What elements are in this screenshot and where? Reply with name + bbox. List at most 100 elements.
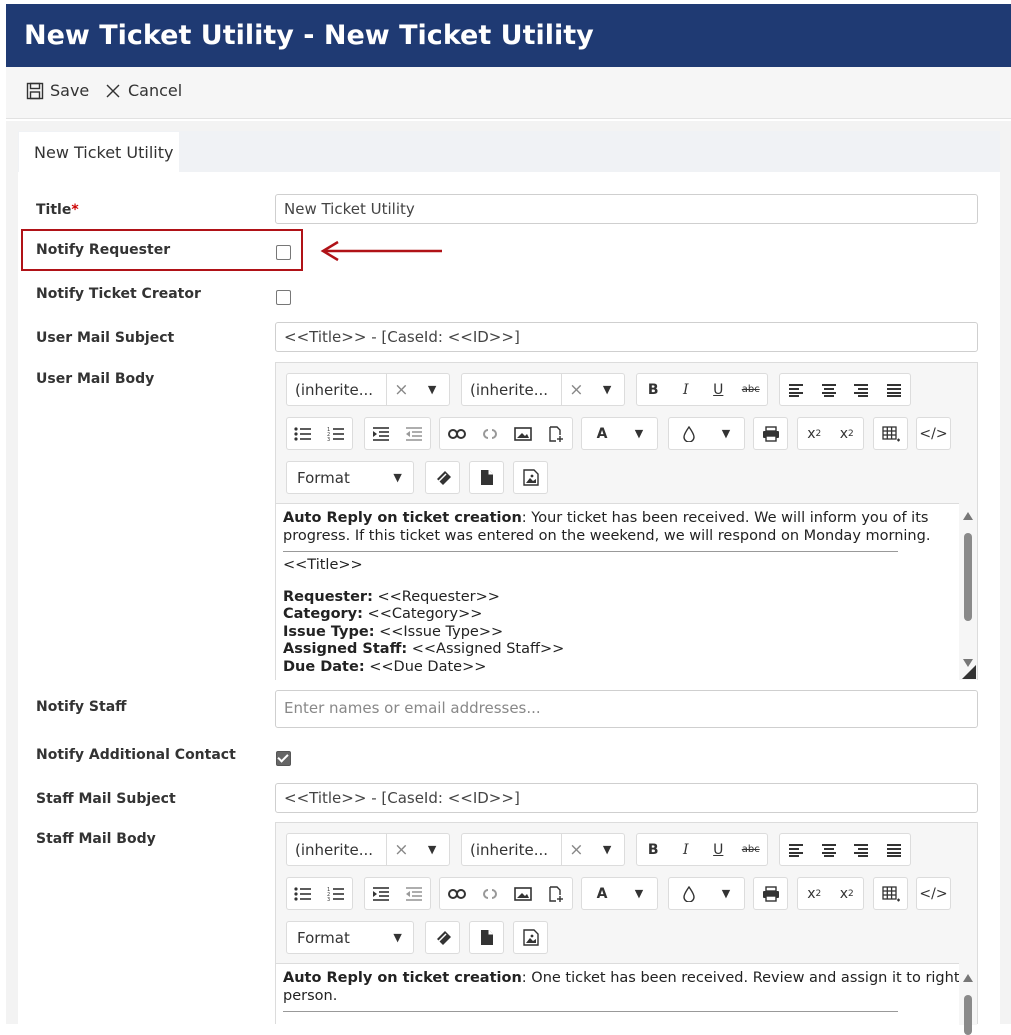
title-input[interactable]: New Ticket Utility [275, 194, 978, 224]
insert-table-button[interactable] [873, 877, 908, 910]
chevron-down-icon[interactable]: ▼ [709, 878, 743, 909]
notify-ticket-creator-checkbox[interactable] [276, 290, 291, 305]
bold-icon[interactable]: B [637, 374, 670, 405]
clear-icon[interactable]: × [562, 374, 590, 405]
align-left-icon[interactable] [780, 834, 813, 865]
align-justify-icon[interactable] [878, 374, 911, 405]
insert-table-button[interactable] [873, 417, 908, 450]
clear-icon[interactable]: × [387, 374, 415, 405]
background-color-picker[interactable]: ▼ [668, 877, 745, 910]
scrollbar-thumb[interactable] [964, 533, 972, 621]
font-size-select[interactable]: (inherite... × ▼ [461, 833, 625, 866]
view-html-button[interactable]: </> [916, 417, 951, 450]
image-manager-button[interactable] [513, 461, 548, 494]
align-right-icon[interactable] [845, 834, 878, 865]
user-mail-subject-input[interactable]: <<Title>> - [CaseId: <<ID>>] [275, 322, 978, 352]
scroll-up-icon[interactable] [962, 511, 974, 521]
intro-bold: Auto Reply on ticket creation [283, 970, 522, 986]
insert-template-button[interactable] [469, 921, 504, 954]
chevron-down-icon[interactable]: ▼ [415, 374, 449, 405]
chevron-down-icon[interactable]: ▼ [590, 834, 624, 865]
print-button[interactable] [753, 417, 788, 450]
image-manager-button[interactable] [513, 921, 548, 954]
font-family-select[interactable]: (inherite... × ▼ [286, 373, 450, 406]
format-select[interactable]: Format ▼ [286, 461, 414, 494]
tab-new-ticket-utility[interactable]: New Ticket Utility [19, 132, 179, 172]
font-color-picker[interactable]: A ▼ [581, 877, 658, 910]
clear-icon[interactable]: × [387, 834, 415, 865]
superscript-icon[interactable]: x2 [831, 418, 864, 449]
italic-icon[interactable]: I [670, 374, 703, 405]
list-group: 123 [286, 417, 353, 450]
chevron-down-icon[interactable]: ▼ [622, 878, 656, 909]
divider [283, 551, 898, 552]
indent-icon[interactable] [365, 878, 398, 909]
clear-icon[interactable]: × [562, 834, 590, 865]
font-color-picker[interactable]: A ▼ [581, 417, 658, 450]
underline-icon[interactable]: U [702, 834, 735, 865]
notify-requester-checkbox[interactable] [276, 245, 291, 260]
outdent-icon[interactable] [398, 418, 431, 449]
clear-formatting-button[interactable] [425, 461, 460, 494]
align-left-icon[interactable] [780, 374, 813, 405]
scroll-up-icon[interactable] [962, 973, 974, 983]
notify-additional-contact-checkbox[interactable] [276, 751, 291, 766]
strikethrough-icon[interactable]: abc [735, 834, 768, 865]
action-toolbar: Save Cancel [6, 67, 1011, 119]
chevron-down-icon[interactable]: ▼ [709, 418, 743, 449]
unlink-icon[interactable] [473, 878, 506, 909]
outdent-icon[interactable] [398, 878, 431, 909]
view-html-button[interactable]: </> [916, 877, 951, 910]
insert-file-icon[interactable] [539, 878, 572, 909]
notify-additional-contact-label: Notify Additional Contact [36, 747, 236, 763]
insert-template-button[interactable] [469, 461, 504, 494]
chevron-down-icon[interactable]: ▼ [622, 418, 656, 449]
format-select[interactable]: Format ▼ [286, 921, 414, 954]
font-family-select[interactable]: (inherite... × ▼ [286, 833, 450, 866]
image-icon[interactable] [506, 878, 539, 909]
underline-icon[interactable]: U [702, 374, 735, 405]
chevron-down-icon[interactable]: ▼ [382, 922, 413, 953]
bullet-list-icon[interactable] [287, 878, 320, 909]
chevron-down-icon[interactable]: ▼ [415, 834, 449, 865]
staff-mail-body-editor: (inherite... × ▼ (inherite... × ▼ B I U … [275, 822, 978, 1035]
chevron-down-icon[interactable]: ▼ [382, 462, 413, 493]
font-size-select[interactable]: (inherite... × ▼ [461, 373, 625, 406]
align-center-icon[interactable] [813, 374, 846, 405]
italic-icon[interactable]: I [670, 834, 703, 865]
bold-icon[interactable]: B [637, 834, 670, 865]
user-mail-body-content[interactable]: Auto Reply on ticket creation: Your tick… [276, 503, 961, 680]
save-button[interactable]: Save [26, 81, 89, 100]
arrow-pointer-icon [320, 240, 442, 262]
link-icon[interactable] [440, 418, 473, 449]
chevron-down-icon[interactable]: ▼ [590, 374, 624, 405]
strikethrough-icon[interactable]: abc [735, 374, 768, 405]
subscript-icon[interactable]: x2 [798, 418, 831, 449]
resize-handle-icon[interactable] [962, 665, 976, 679]
align-right-icon[interactable] [845, 374, 878, 405]
staff-mail-subject-input[interactable]: <<Title>> - [CaseId: <<ID>>] [275, 783, 978, 813]
print-button[interactable] [753, 877, 788, 910]
indent-icon[interactable] [365, 418, 398, 449]
align-justify-icon[interactable] [878, 834, 911, 865]
link-icon[interactable] [440, 878, 473, 909]
unlink-icon[interactable] [473, 418, 506, 449]
staff-mail-body-content[interactable]: Auto Reply on ticket creation: One ticke… [276, 963, 961, 1025]
bullet-list-icon[interactable] [287, 418, 320, 449]
scrollbar[interactable] [959, 503, 977, 680]
background-color-picker[interactable]: ▼ [668, 417, 745, 450]
numbered-list-icon[interactable]: 123 [320, 878, 353, 909]
notify-staff-input[interactable]: Enter names or email addresses... [275, 690, 978, 728]
alignment-group [779, 373, 911, 406]
superscript-icon[interactable]: x2 [831, 878, 864, 909]
numbered-list-icon[interactable]: 123 [320, 418, 353, 449]
scrollbar-thumb[interactable] [964, 995, 972, 1035]
insert-file-icon[interactable] [539, 418, 572, 449]
scrollbar[interactable] [959, 963, 977, 1035]
body-intro: Auto Reply on ticket creation: One ticke… [283, 970, 961, 1005]
subscript-icon[interactable]: x2 [798, 878, 831, 909]
image-icon[interactable] [506, 418, 539, 449]
align-center-icon[interactable] [813, 834, 846, 865]
cancel-button[interactable]: Cancel [104, 81, 182, 100]
clear-formatting-button[interactable] [425, 921, 460, 954]
